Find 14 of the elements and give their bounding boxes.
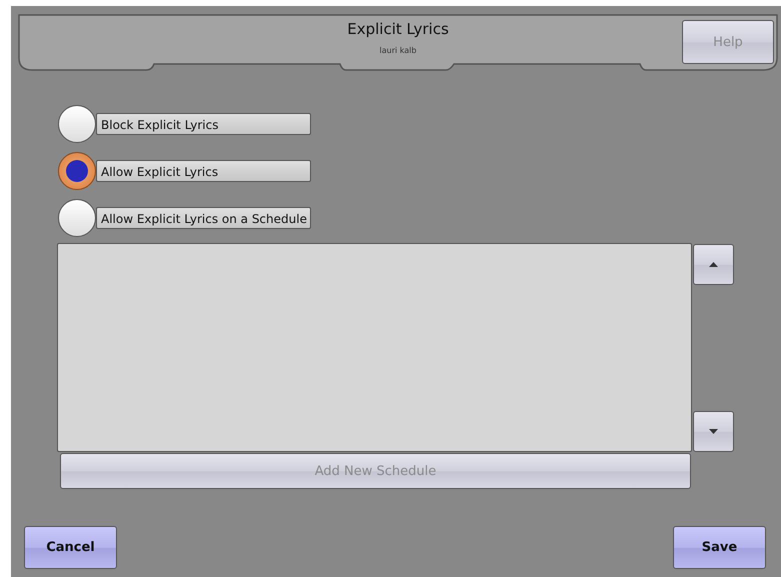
user-name: lauri kalb (380, 46, 416, 55)
option-label[interactable]: Block Explicit Lyrics (96, 113, 311, 135)
down-arrow-icon (709, 429, 718, 434)
scroll-up-button[interactable] (693, 244, 734, 285)
radio-button[interactable] (58, 152, 96, 190)
scroll-down-button[interactable] (693, 411, 734, 452)
radio-button[interactable] (58, 199, 96, 237)
radio-button[interactable] (58, 105, 96, 143)
up-arrow-icon (709, 262, 718, 267)
option-label[interactable]: Allow Explicit Lyrics (96, 160, 311, 182)
save-button[interactable]: Save (673, 526, 766, 569)
cancel-button[interactable]: Cancel (24, 526, 117, 569)
window-title: Explicit Lyrics (347, 20, 449, 38)
option-label[interactable]: Allow Explicit Lyrics on a Schedule (96, 207, 311, 229)
